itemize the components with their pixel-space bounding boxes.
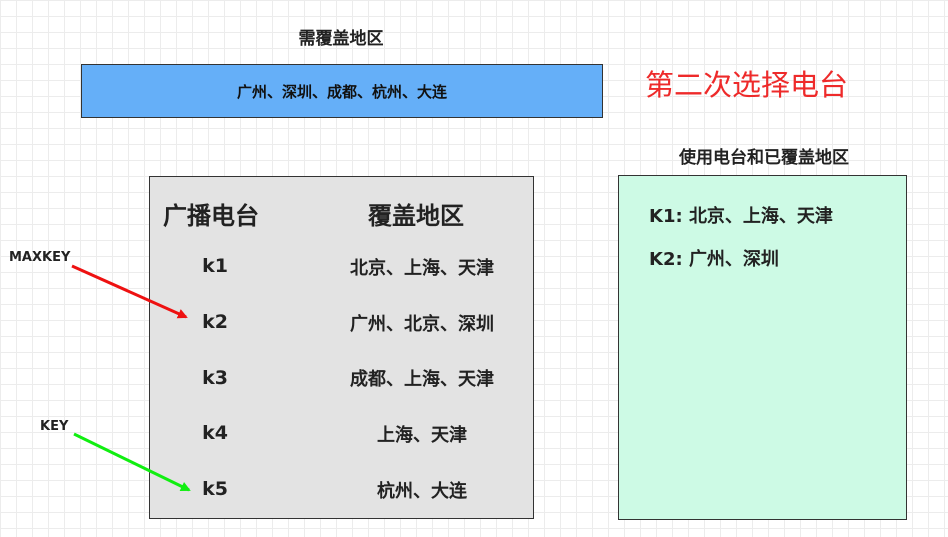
maxkey-arrow (71, 264, 188, 319)
pointer-arrows (71, 264, 191, 492)
key-arrow (73, 432, 191, 492)
